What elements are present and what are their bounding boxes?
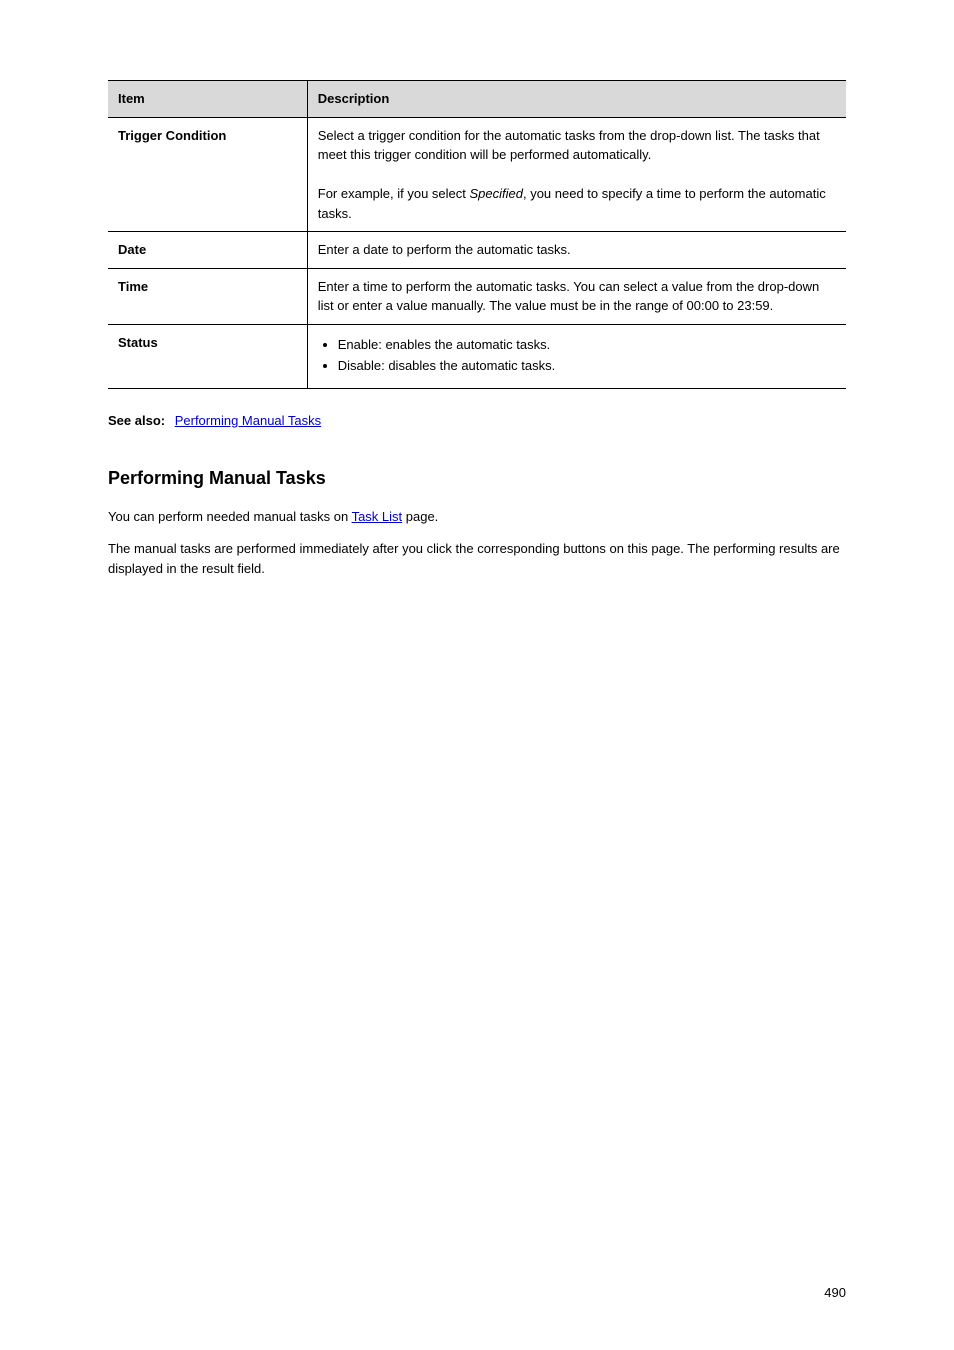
status-bullets: Enable: enables the automatic tasks. Dis… xyxy=(338,335,836,376)
table-row: Date Enter a date to perform the automat… xyxy=(108,232,846,269)
task-list-link[interactable]: Task List xyxy=(352,509,403,524)
row-label: Date xyxy=(108,232,307,269)
row-label: Trigger Condition xyxy=(108,117,307,232)
section-heading: Performing Manual Tasks xyxy=(108,468,846,489)
see-also-label: See also: xyxy=(108,413,165,428)
see-also: See also: Performing Manual Tasks xyxy=(108,413,846,428)
item-description-table: Item Description Trigger Condition Selec… xyxy=(108,80,846,389)
list-item: Enable: enables the automatic tasks. xyxy=(338,335,836,355)
row-desc: Enter a date to perform the automatic ta… xyxy=(307,232,846,269)
table-header-item: Item xyxy=(108,81,307,118)
section-para-2: The manual tasks are performed immediate… xyxy=(108,539,846,579)
row-desc-text-2: For example, if you select xyxy=(318,186,470,201)
para1-after: page. xyxy=(402,509,438,524)
table-row: Status Enable: enables the automatic tas… xyxy=(108,324,846,388)
list-item: Disable: disables the automatic tasks. xyxy=(338,356,836,376)
row-desc-italic: Specified xyxy=(469,186,522,201)
row-label: Time xyxy=(108,268,307,324)
row-desc: Enter a time to perform the automatic ta… xyxy=(307,268,846,324)
table-header-description: Description xyxy=(307,81,846,118)
row-label: Status xyxy=(108,324,307,388)
row-desc: Select a trigger condition for the autom… xyxy=(307,117,846,232)
page-number: 490 xyxy=(824,1285,846,1300)
section-para-1: You can perform needed manual tasks on T… xyxy=(108,507,846,527)
table-row: Time Enter a time to perform the automat… xyxy=(108,268,846,324)
table-row: Trigger Condition Select a trigger condi… xyxy=(108,117,846,232)
row-desc: Enable: enables the automatic tasks. Dis… xyxy=(307,324,846,388)
see-also-link[interactable]: Performing Manual Tasks xyxy=(175,413,321,428)
table-header-row: Item Description xyxy=(108,81,846,118)
row-desc-text-1: Select a trigger condition for the autom… xyxy=(318,128,820,163)
para1-before: You can perform needed manual tasks on xyxy=(108,509,352,524)
